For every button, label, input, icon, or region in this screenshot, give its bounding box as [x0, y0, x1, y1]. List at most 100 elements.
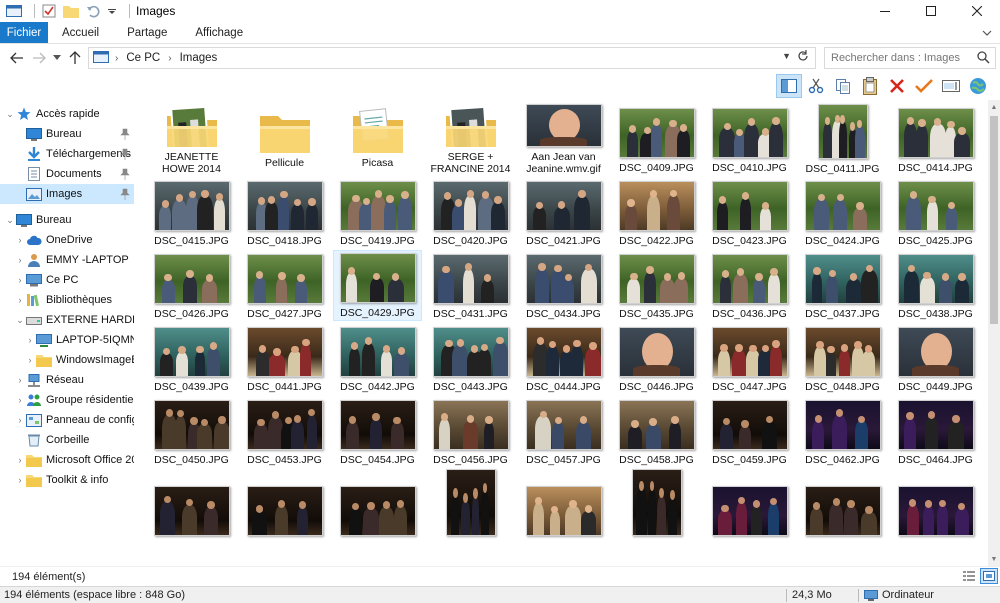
- folder-item[interactable]: JEANETTE HOWE 2014: [147, 104, 236, 175]
- chevron-right-icon[interactable]: ›: [14, 235, 26, 245]
- forward-button[interactable]: [28, 47, 50, 69]
- sidebar-item-bureau[interactable]: Bureau: [0, 124, 134, 144]
- file-item[interactable]: DSC_0439.JPG: [147, 323, 236, 394]
- sidebar-item-toolkit-info[interactable]: › Toolkit & info: [0, 470, 134, 490]
- up-button[interactable]: [64, 47, 86, 69]
- tab-accueil[interactable]: Accueil: [48, 22, 113, 43]
- details-view-button[interactable]: [960, 568, 978, 584]
- file-item[interactable]: DSC_0444.JPG: [519, 323, 608, 394]
- expand-ribbon-icon[interactable]: [982, 27, 992, 41]
- file-item[interactable]: DSC_0446.JPG: [612, 323, 701, 394]
- chevron-right-icon[interactable]: ›: [14, 375, 26, 385]
- chevron-right-icon[interactable]: ›: [14, 275, 26, 285]
- file-item[interactable]: DSC_0450.JPG: [147, 396, 236, 467]
- sidebar-item-windowsimageba[interactable]: › WindowsImageBa: [0, 350, 134, 370]
- vertical-scrollbar[interactable]: ▲ ▼: [988, 100, 1000, 566]
- sidebar-item-documents[interactable]: Documents: [0, 164, 134, 184]
- file-item[interactable]: DSC_0419.JPG: [333, 177, 422, 248]
- chevron-down-icon[interactable]: ⌄: [4, 215, 16, 226]
- file-item[interactable]: DSC_0447.JPG: [705, 323, 794, 394]
- file-item[interactable]: DSC_0448.JPG: [798, 323, 887, 394]
- tab-fichier[interactable]: Fichier: [0, 22, 48, 43]
- file-item[interactable]: DSC_0436.JPG: [705, 250, 794, 321]
- file-item[interactable]: DSC_0426.JPG: [147, 250, 236, 321]
- file-item[interactable]: [798, 469, 887, 540]
- file-item[interactable]: DSC_0421.JPG: [519, 177, 608, 248]
- window-icon[interactable]: [6, 3, 22, 19]
- file-item[interactable]: [147, 469, 236, 540]
- file-item[interactable]: DSC_0423.JPG: [705, 177, 794, 248]
- file-item[interactable]: [612, 469, 701, 540]
- preview-pane-button[interactable]: [776, 74, 802, 98]
- file-item[interactable]: DSC_0418.JPG: [240, 177, 329, 248]
- sidebar-item-bibliotheques[interactable]: › Bibliothèques: [0, 290, 134, 310]
- chevron-right-icon[interactable]: ›: [14, 295, 26, 305]
- recent-locations-button[interactable]: [50, 47, 64, 69]
- sidebar-item-emmy-laptop[interactable]: › EMMY -LAPTOP: [0, 250, 134, 270]
- file-item[interactable]: DSC_0464.JPG: [891, 396, 980, 467]
- file-item[interactable]: Aan Jean van Jeanine.wmv.gif: [519, 104, 608, 175]
- sidebar-item-panneau-de-configu[interactable]: › Panneau de configu: [0, 410, 134, 430]
- globe-button[interactable]: [965, 74, 991, 98]
- sidebar-item-laptop-5iqmnd[interactable]: › LAPTOP-5IQMND: [0, 330, 134, 350]
- file-item[interactable]: DSC_0456.JPG: [426, 396, 515, 467]
- file-item[interactable]: [426, 469, 515, 540]
- sidebar-item-acces-rapide[interactable]: ⌄ Accès rapide: [0, 104, 134, 124]
- scroll-down-icon[interactable]: ▼: [988, 552, 1000, 566]
- file-item[interactable]: DSC_0437.JPG: [798, 250, 887, 321]
- file-item[interactable]: [333, 469, 422, 540]
- large-icons-view-button[interactable]: [980, 568, 998, 584]
- properties-icon[interactable]: [41, 3, 57, 19]
- paste-button[interactable]: [857, 74, 883, 98]
- file-item[interactable]: [519, 469, 608, 540]
- breadcrumb-separator[interactable]: ›: [168, 53, 171, 64]
- refresh-icon[interactable]: [797, 50, 809, 65]
- file-item[interactable]: DSC_0441.JPG: [240, 323, 329, 394]
- chevron-right-icon[interactable]: ›: [14, 455, 26, 465]
- chevron-down-icon[interactable]: ⌄: [4, 109, 16, 120]
- file-item[interactable]: DSC_0459.JPG: [705, 396, 794, 467]
- file-item[interactable]: DSC_0431.JPG: [426, 250, 515, 321]
- sidebar-item-onedrive[interactable]: › OneDrive: [0, 230, 134, 250]
- folder-item[interactable]: Picasa: [333, 104, 422, 175]
- minimize-button[interactable]: [862, 0, 908, 22]
- file-item[interactable]: DSC_0458.JPG: [612, 396, 701, 467]
- file-item[interactable]: [891, 469, 980, 540]
- chevron-right-icon[interactable]: ›: [24, 355, 36, 365]
- breadcrumb-separator[interactable]: ›: [115, 53, 118, 64]
- delete-button[interactable]: [884, 74, 910, 98]
- chevron-right-icon[interactable]: ›: [24, 335, 36, 345]
- chevron-right-icon[interactable]: ›: [14, 415, 26, 425]
- file-item[interactable]: DSC_0415.JPG: [147, 177, 236, 248]
- tab-affichage[interactable]: Affichage: [181, 22, 257, 43]
- file-item[interactable]: DSC_0422.JPG: [612, 177, 701, 248]
- copy-button[interactable]: [830, 74, 856, 98]
- sidebar-item-reseau[interactable]: › Réseau: [0, 370, 134, 390]
- new-folder-icon[interactable]: [63, 3, 79, 19]
- folder-item[interactable]: Pellicule: [240, 104, 329, 175]
- file-item[interactable]: DSC_0414.JPG: [891, 104, 980, 175]
- sidebar-item-microsoft-office-20[interactable]: › Microsoft Office 20: [0, 450, 134, 470]
- chevron-right-icon[interactable]: ›: [14, 255, 26, 265]
- close-button[interactable]: [954, 0, 1000, 22]
- file-item[interactable]: DSC_0457.JPG: [519, 396, 608, 467]
- file-item[interactable]: DSC_0427.JPG: [240, 250, 329, 321]
- file-item[interactable]: [240, 469, 329, 540]
- undo-icon[interactable]: [85, 3, 101, 19]
- tab-partage[interactable]: Partage: [113, 22, 181, 43]
- address-bar[interactable]: › Ce PC › Images ▼: [88, 47, 816, 69]
- sidebar-item-groupe-residentiel[interactable]: › Groupe résidentiel: [0, 390, 134, 410]
- scrollbar-thumb[interactable]: [990, 116, 998, 324]
- file-item[interactable]: DSC_0410.JPG: [705, 104, 794, 175]
- file-item[interactable]: DSC_0411.JPG: [798, 104, 887, 175]
- file-item[interactable]: DSC_0454.JPG: [333, 396, 422, 467]
- breadcrumb-images[interactable]: Images: [180, 52, 218, 64]
- file-item[interactable]: DSC_0443.JPG: [426, 323, 515, 394]
- file-item[interactable]: DSC_0442.JPG: [333, 323, 422, 394]
- sidebar-item-ce-pc[interactable]: › Ce PC: [0, 270, 134, 290]
- back-button[interactable]: [6, 47, 28, 69]
- maximize-button[interactable]: [908, 0, 954, 22]
- file-item[interactable]: DSC_0420.JPG: [426, 177, 515, 248]
- file-item[interactable]: DSC_0449.JPG: [891, 323, 980, 394]
- sidebar-item-bureau[interactable]: ⌄ Bureau: [0, 210, 134, 230]
